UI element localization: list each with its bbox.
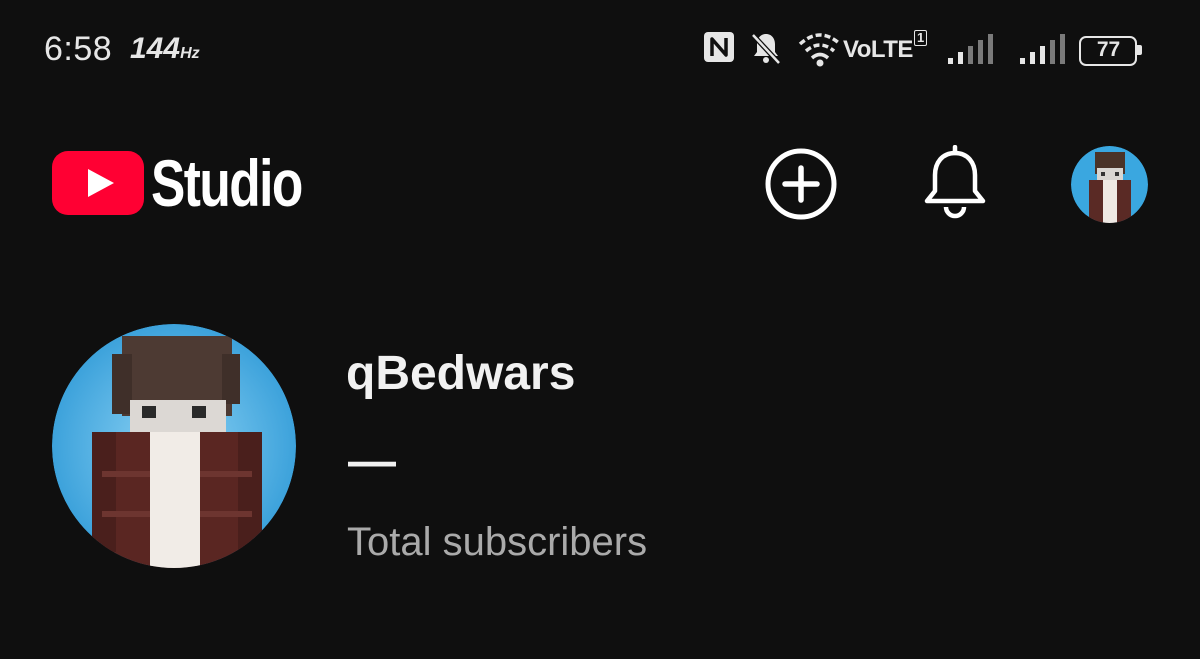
refresh-rate-unit: Hz xyxy=(180,45,200,62)
subscriber-count: — xyxy=(348,435,396,488)
refresh-rate-value: 144 xyxy=(130,32,181,65)
channel-card: qBedwars — Total subscribers xyxy=(0,300,1200,600)
create-button[interactable] xyxy=(764,147,838,221)
app-title: Studio xyxy=(151,146,303,220)
wifi-icon xyxy=(798,33,842,67)
channel-avatar[interactable] xyxy=(52,324,296,568)
channel-name[interactable]: qBedwars xyxy=(346,346,575,401)
battery-icon: 77 xyxy=(1079,36,1143,66)
youtube-play-icon[interactable] xyxy=(52,151,144,215)
signal-icon xyxy=(1020,34,1065,64)
nfc-icon xyxy=(704,32,734,62)
notifications-button[interactable] xyxy=(922,145,988,221)
account-avatar[interactable] xyxy=(1071,146,1148,223)
signal-icon xyxy=(948,34,993,64)
status-bar: 6:58 144Hz VoLTE 1 77 xyxy=(0,0,1200,100)
app-header: Studio xyxy=(0,130,1200,240)
status-time: 6:58 xyxy=(44,30,113,68)
volte-sim-indicator: 1 xyxy=(914,30,928,46)
refresh-rate: 144Hz xyxy=(130,32,200,66)
volte-label: VoLTE xyxy=(843,36,913,63)
subscriber-label: Total subscribers xyxy=(347,520,648,564)
bell-off-icon xyxy=(751,33,781,65)
battery-level: 77 xyxy=(1096,38,1121,61)
